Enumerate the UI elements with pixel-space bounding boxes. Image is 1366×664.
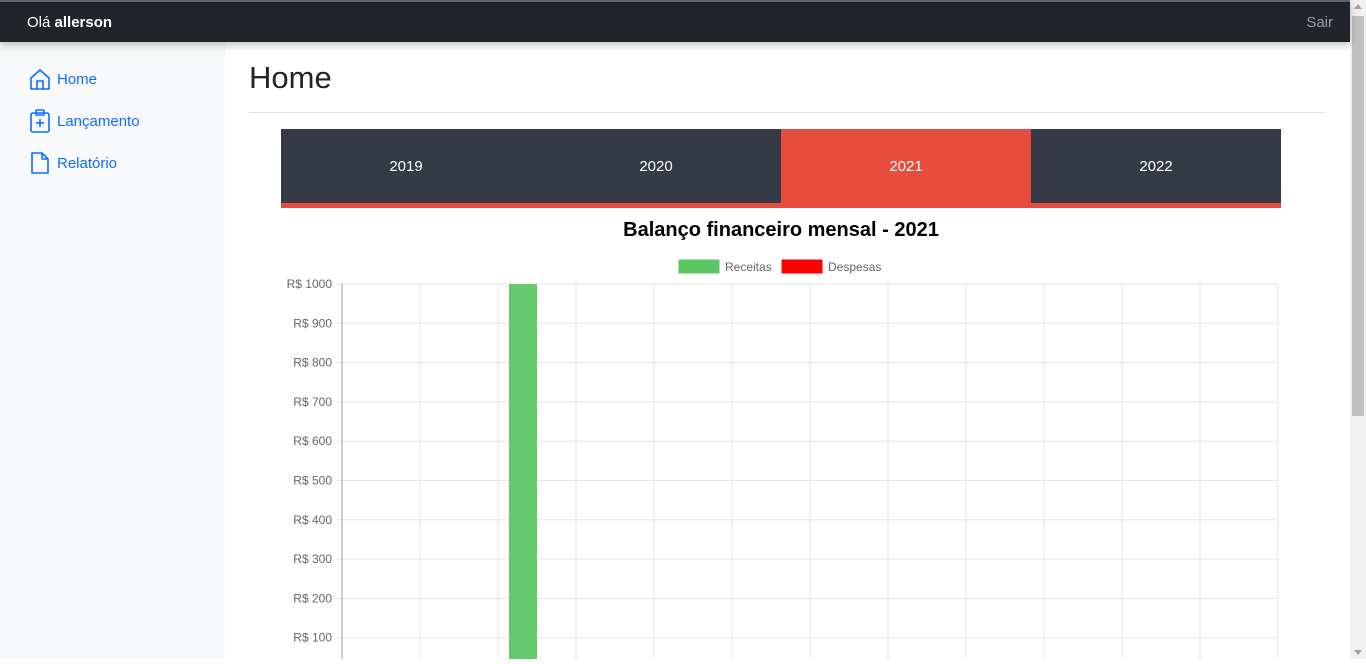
y-tick-label: R$ 1000 xyxy=(287,277,333,291)
clipboard-plus-icon xyxy=(29,109,51,133)
page-title: Home xyxy=(249,60,332,95)
sidebar-item-label: Home xyxy=(57,70,98,88)
y-tick-label: R$ 300 xyxy=(293,552,332,566)
username: allerson xyxy=(54,14,113,31)
chart-title: Balanço financeiro mensal - 2021 xyxy=(623,219,939,241)
sidebar-item-label: Lançamento xyxy=(57,112,140,130)
y-tick-label: R$ 400 xyxy=(293,513,332,527)
year-tabs: 2019 2020 2021 2022 xyxy=(281,129,1281,208)
y-tick-label: R$ 700 xyxy=(293,395,332,409)
bar-receitas xyxy=(509,284,537,659)
sidebar-item-relatorio[interactable]: Relatório xyxy=(29,151,117,175)
y-axis-ticks: R$ 100 R$ 200 R$ 300 R$ 400 R$ 500 R$ 600 R$ 7… xyxy=(287,277,333,645)
tab-year-2021[interactable]: 2021 xyxy=(781,129,1031,203)
y-tick-label: R$ 200 xyxy=(293,591,332,605)
sidebar-item-home[interactable]: Home xyxy=(29,67,97,91)
y-tick-label: R$ 600 xyxy=(293,434,332,448)
sidebar-item-label: Relatório xyxy=(57,154,118,172)
file-icon xyxy=(29,151,51,175)
signout-link[interactable]: Sair xyxy=(1306,14,1333,31)
chart-legend: Receitas Despesas xyxy=(678,259,881,274)
sidebar-item-lancamento[interactable]: Lançamento xyxy=(29,109,140,133)
bar-chart: Balanço financeiro mensal - 2021 Receita… xyxy=(287,219,1279,659)
user-greeting: Olá allerson xyxy=(27,14,112,31)
scroll-down-arrow-icon[interactable] xyxy=(1354,650,1362,655)
house-icon xyxy=(29,67,51,91)
scroll-thumb[interactable] xyxy=(1352,16,1364,416)
scroll-up-arrow-icon[interactable] xyxy=(1354,4,1362,9)
legend-swatch xyxy=(781,259,823,274)
title-divider xyxy=(249,112,1325,113)
y-tick-label: R$ 500 xyxy=(293,474,332,488)
tab-year-2020[interactable]: 2020 xyxy=(531,129,781,203)
legend-label: Despesas xyxy=(828,260,881,274)
main-content: Home 2019 2020 2021 2022 Balanço finance… xyxy=(225,42,1350,659)
greeting-prefix: Olá xyxy=(27,14,51,31)
sidebar: Home Lançamento Relatório xyxy=(0,42,225,659)
top-navbar: Olá allerson Sair xyxy=(0,0,1350,42)
y-tick-label: R$ 100 xyxy=(293,631,332,645)
y-tick-label: R$ 800 xyxy=(293,356,332,370)
page-scrollbar[interactable] xyxy=(1350,0,1366,659)
chart-container: Balanço financeiro mensal - 2021 Receita… xyxy=(225,207,1350,659)
chart-bars xyxy=(509,284,537,659)
y-tick-label: R$ 900 xyxy=(293,316,332,330)
tab-year-2022[interactable]: 2022 xyxy=(1031,129,1281,203)
chart-grid xyxy=(336,283,1279,659)
legend-label: Receitas xyxy=(725,260,772,274)
legend-swatch xyxy=(678,259,720,274)
tab-year-2019[interactable]: 2019 xyxy=(281,129,531,203)
